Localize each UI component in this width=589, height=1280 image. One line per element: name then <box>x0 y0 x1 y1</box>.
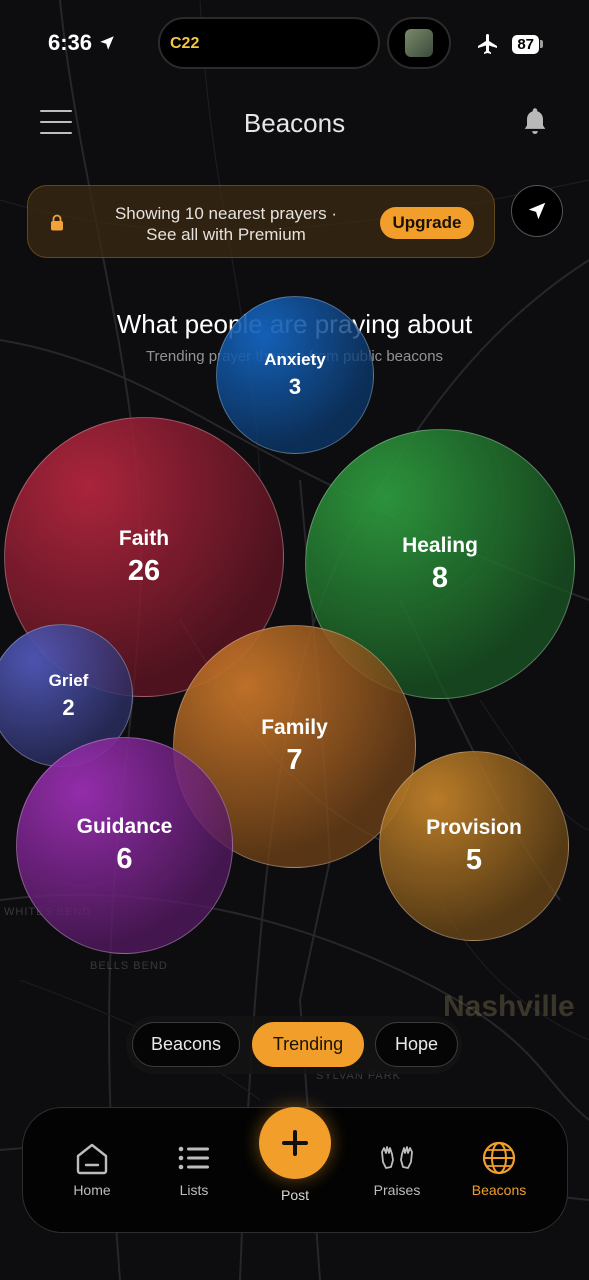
map-city-label: Nashville <box>443 990 575 1023</box>
list-icon <box>178 1146 209 1170</box>
bubble-anxiety[interactable]: Anxiety 3 <box>216 296 374 454</box>
bubble-label: Grief <box>48 670 89 690</box>
bubble-count: 8 <box>431 561 449 594</box>
nav-lists[interactable]: Lists <box>149 1140 239 1198</box>
bottom-nav: Home Lists Post Praises Beacons <box>22 1107 568 1233</box>
app-header: Beacons <box>0 100 589 148</box>
status-right: 87 <box>476 32 543 56</box>
bubble-label: Family <box>261 716 328 739</box>
status-time-text: 6:36 <box>48 30 93 55</box>
bubble-count: 2 <box>62 694 75 720</box>
post-button[interactable] <box>259 1107 331 1179</box>
premium-banner: Showing 10 nearest prayers · See all wit… <box>27 185 495 258</box>
bubble-label: Healing <box>402 533 478 557</box>
lock-icon <box>51 214 63 231</box>
bubble-label: Provision <box>426 815 522 839</box>
navigation-arrow-icon <box>528 202 546 220</box>
banner-line-1: Showing 10 nearest prayers · <box>114 204 338 223</box>
nav-praises[interactable]: Praises <box>352 1140 442 1198</box>
battery-level: 87 <box>512 34 539 54</box>
status-time: 6:36 <box>48 30 116 56</box>
airplane-icon <box>478 34 498 54</box>
nav-label-home: Home <box>73 1182 111 1198</box>
banner-text: Showing 10 nearest prayers · See all wit… <box>76 203 376 245</box>
bubble-count: 5 <box>465 843 483 876</box>
tab-beacons[interactable]: Beacons <box>132 1022 240 1067</box>
thumbnail-image <box>405 29 433 57</box>
nav-beacons[interactable]: Beacons <box>454 1140 544 1198</box>
island-label: C22 <box>170 35 200 52</box>
page-title: Beacons <box>243 108 346 138</box>
bubble-count: 6 <box>116 843 133 875</box>
nav-home[interactable]: Home <box>47 1140 137 1198</box>
dynamic-island: C22 <box>158 17 380 69</box>
tab-hope[interactable]: Hope <box>375 1022 458 1067</box>
bubble-count: 3 <box>288 374 302 399</box>
nav-label-post: Post <box>280 1187 309 1203</box>
bubble-label: Faith <box>118 526 170 550</box>
bubble-provision[interactable]: Provision 5 <box>379 751 569 941</box>
location-arrow-icon <box>100 36 114 50</box>
map-label-bells-bend: BELLS BEND <box>90 960 168 972</box>
bubble-label: Anxiety <box>264 350 326 369</box>
bubble-label: Guidance <box>76 815 173 838</box>
locate-button[interactable] <box>511 185 563 237</box>
battery-indicator: 87 <box>512 34 543 54</box>
globe-icon <box>482 1141 516 1175</box>
status-bar: 6:36 C22 87 <box>0 0 589 88</box>
home-icon <box>76 1143 108 1175</box>
bubble-count: 7 <box>286 744 303 776</box>
view-segmented-control: Beacons Trending Hope <box>126 1016 462 1074</box>
tab-trending[interactable]: Trending <box>252 1022 364 1067</box>
battery-tip <box>540 40 543 48</box>
plus-icon <box>282 1130 308 1156</box>
bubble-count: 26 <box>127 554 161 587</box>
nav-label-lists: Lists <box>179 1182 209 1198</box>
island-thumbnail <box>387 17 451 69</box>
nav-label-praises: Praises <box>373 1182 421 1198</box>
banner-line-2: See all with Premium <box>146 225 306 244</box>
bubble-guidance[interactable]: Guidance 6 <box>16 737 233 954</box>
bell-icon[interactable] <box>521 106 549 138</box>
praise-hands-icon <box>381 1146 413 1169</box>
upgrade-button[interactable]: Upgrade <box>380 207 474 239</box>
nav-label-beacons: Beacons <box>471 1182 527 1198</box>
